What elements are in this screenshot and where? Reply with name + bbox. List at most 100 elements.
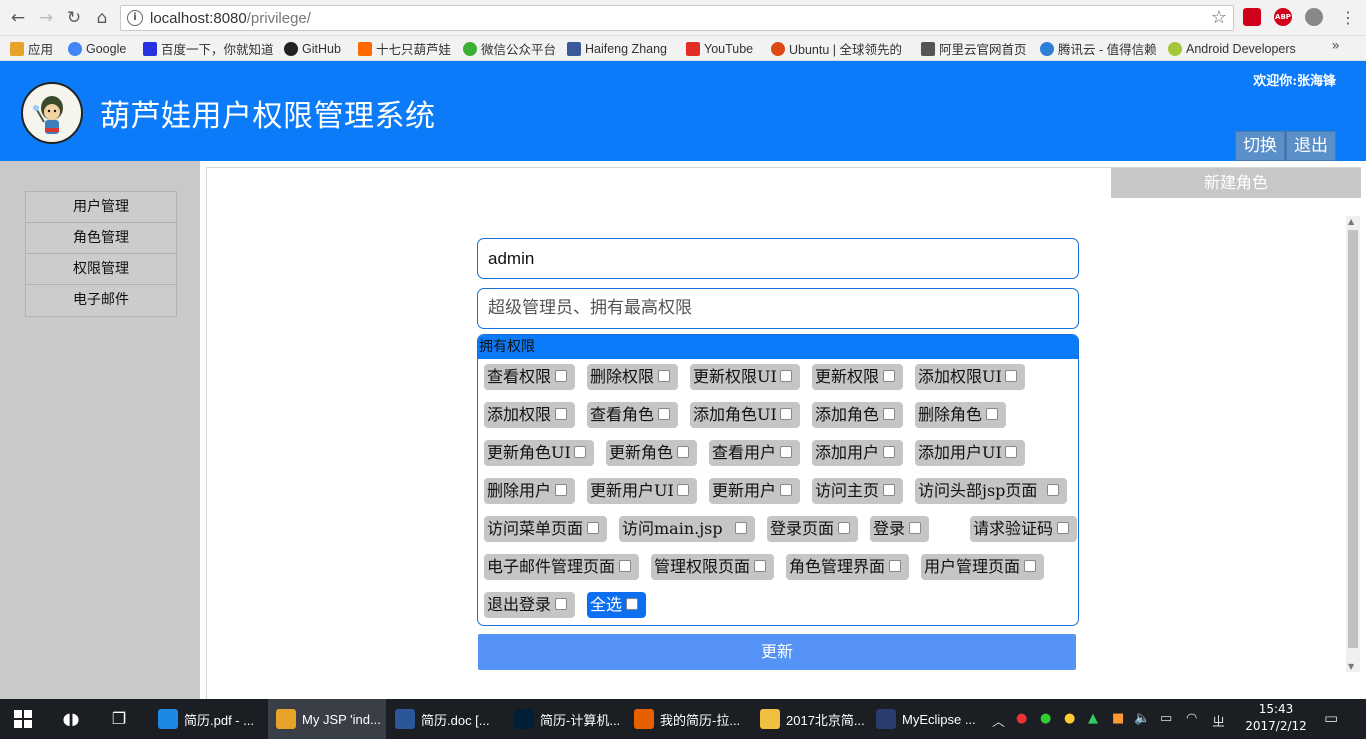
checkbox-icon[interactable] (754, 560, 766, 572)
checkbox-icon[interactable] (619, 560, 631, 572)
privilege-checkbox[interactable]: 删除权限 (587, 364, 678, 390)
bookmark-facebook[interactable]: Haifeng Zhang (567, 39, 667, 58)
menu-icon[interactable]: ⋮ (1336, 6, 1360, 30)
privilege-checkbox[interactable]: 更新权限UI (690, 364, 800, 390)
reload-icon[interactable]: ↻ (62, 6, 86, 30)
privilege-checkbox[interactable]: 更新权限 (812, 364, 903, 390)
checkbox-icon[interactable] (889, 560, 901, 572)
checkbox-icon[interactable] (986, 408, 998, 420)
privilege-checkbox[interactable]: 登录页面 (767, 516, 858, 542)
battery-icon[interactable]: ▭ (1160, 711, 1172, 726)
taskbar-app[interactable]: My JSP 'ind... (268, 699, 386, 739)
tray-app-icon[interactable]: ■ (1112, 711, 1124, 726)
app-tray-icon[interactable]: ▲ (1088, 711, 1098, 726)
privilege-checkbox[interactable]: 用户管理页面 (921, 554, 1044, 580)
privilege-checkbox[interactable]: 添加角色UI (690, 402, 800, 428)
bookmark-tencent-cloud[interactable]: 腾讯云 - 值得信赖 (1040, 39, 1157, 58)
address-bar[interactable]: i localhost:8080/privilege/ ☆ (120, 5, 1234, 31)
privilege-checkbox[interactable]: 删除角色 (915, 402, 1006, 428)
privilege-checkbox[interactable]: 更新角色UI (484, 440, 594, 466)
wechat-tray-icon[interactable]: ● (1040, 711, 1051, 726)
privilege-checkbox[interactable]: 添加权限UI (915, 364, 1025, 390)
privilege-checkbox[interactable]: 添加用户 (812, 440, 903, 466)
forward-icon[interactable]: → (34, 6, 58, 30)
checkbox-icon[interactable] (883, 446, 895, 458)
url-text[interactable]: localhost:8080/privilege/ (150, 10, 311, 27)
bookmark-baidu[interactable]: 百度一下，你就知道 (143, 39, 274, 58)
checkbox-icon[interactable] (883, 370, 895, 382)
privilege-checkbox[interactable]: 更新用户UI (587, 478, 697, 504)
sidebar-item-email[interactable]: 电子邮件 (26, 285, 176, 316)
checkbox-icon[interactable] (883, 484, 895, 496)
role-name-input[interactable]: admin (477, 238, 1079, 279)
taskbar-app[interactable]: 简历-计算机... (506, 699, 624, 739)
checkbox-icon[interactable] (555, 598, 567, 610)
privilege-checkbox[interactable]: 登录 (870, 516, 929, 542)
privilege-checkbox[interactable]: 查看权限 (484, 364, 575, 390)
checkbox-icon[interactable] (658, 370, 670, 382)
checkbox-icon[interactable] (574, 446, 586, 458)
bookmark-star-icon[interactable]: ☆ (1211, 7, 1227, 28)
checkbox-icon[interactable] (555, 370, 567, 382)
checkbox-icon[interactable] (587, 522, 599, 534)
bookmark-aliyun[interactable]: 阿里云官网首页 (921, 39, 1027, 58)
privilege-checkbox[interactable]: 更新角色 (606, 440, 697, 466)
privilege-checkbox[interactable]: 查看用户 (709, 440, 800, 466)
privilege-checkbox[interactable]: 电子邮件管理页面 (484, 554, 639, 580)
bookmark-wechat-mp[interactable]: 微信公众平台 (463, 39, 556, 58)
weibo-icon[interactable]: ● (1016, 711, 1027, 726)
adblock-icon[interactable]: ABP (1274, 8, 1292, 26)
privilege-checkbox[interactable]: 角色管理界面 (786, 554, 909, 580)
notifications-icon[interactable]: ▭ (1324, 709, 1338, 727)
privilege-checkbox[interactable]: 更新用户 (709, 478, 800, 504)
checkbox-icon[interactable] (658, 408, 670, 420)
privilege-checkbox[interactable]: 访问main.jsp (619, 516, 755, 542)
windows-start-icon[interactable] (14, 710, 32, 728)
checkbox-icon[interactable] (909, 522, 921, 534)
volume-icon[interactable]: 🔈 (1134, 711, 1150, 726)
taskbar-app[interactable]: 简历.pdf - ... (150, 699, 268, 739)
bookmarks-overflow-icon[interactable]: » (1331, 38, 1340, 54)
switch-button[interactable]: 切换 (1235, 131, 1285, 161)
sidebar-item-user-management[interactable]: 用户管理 (26, 192, 176, 223)
privilege-checkbox[interactable]: 退出登录 (484, 592, 575, 618)
checkbox-icon[interactable] (780, 484, 792, 496)
cortana-icon[interactable]: ◖◗ (59, 707, 83, 731)
taskbar-app[interactable]: 我的简历-拉... (626, 699, 744, 739)
checkbox-icon[interactable] (780, 408, 792, 420)
bookmark-apps[interactable]: 应用 (10, 39, 53, 58)
role-description-input[interactable]: 超级管理员、拥有最高权限 (477, 288, 1079, 329)
tray-expand-icon[interactable]: ︿ (992, 711, 1005, 730)
privilege-checkbox[interactable]: 添加用户UI (915, 440, 1025, 466)
extension-gear-icon[interactable] (1305, 8, 1323, 26)
extension-icon[interactable] (1243, 8, 1261, 26)
site-info-icon[interactable]: i (127, 10, 143, 26)
logout-button[interactable]: 退出 (1286, 131, 1336, 161)
checkbox-icon[interactable] (838, 522, 850, 534)
sidebar-item-privilege-management[interactable]: 权限管理 (26, 254, 176, 285)
scrollbar[interactable]: ▲ ▼ (1346, 216, 1360, 672)
bookmark-ubuntu[interactable]: Ubuntu | 全球领先的 (771, 39, 902, 58)
checkbox-icon[interactable] (677, 446, 689, 458)
new-role-button[interactable]: 新建角色 (1111, 168, 1361, 198)
checkbox-icon[interactable] (780, 446, 792, 458)
taskbar-app[interactable]: 简历.doc [... (387, 699, 505, 739)
wifi-icon[interactable]: ◠ (1186, 711, 1197, 726)
taskbar-app[interactable]: 2017北京简... (752, 699, 870, 739)
select-all-checkbox[interactable]: 全选 (587, 592, 646, 618)
privilege-checkbox[interactable]: 请求验证码 (970, 516, 1077, 542)
bookmark-android[interactable]: Android Developers (1168, 39, 1296, 58)
checkbox-icon[interactable] (1005, 370, 1017, 382)
clock[interactable]: 15:43 2017/2/12 (1244, 701, 1308, 735)
checkbox-icon[interactable] (1057, 522, 1069, 534)
checkbox-icon[interactable] (780, 370, 792, 382)
checkbox-icon[interactable] (1024, 560, 1036, 572)
sidebar-item-role-management[interactable]: 角色管理 (26, 223, 176, 254)
scroll-up-icon[interactable]: ▲ (1348, 217, 1354, 226)
privilege-checkbox[interactable]: 查看角色 (587, 402, 678, 428)
task-view-icon[interactable]: ❐ (107, 707, 131, 731)
bookmark-google[interactable]: Google (68, 39, 126, 58)
back-icon[interactable]: ← (6, 6, 30, 30)
privilege-checkbox[interactable]: 添加角色 (812, 402, 903, 428)
privilege-checkbox[interactable]: 添加权限 (484, 402, 575, 428)
